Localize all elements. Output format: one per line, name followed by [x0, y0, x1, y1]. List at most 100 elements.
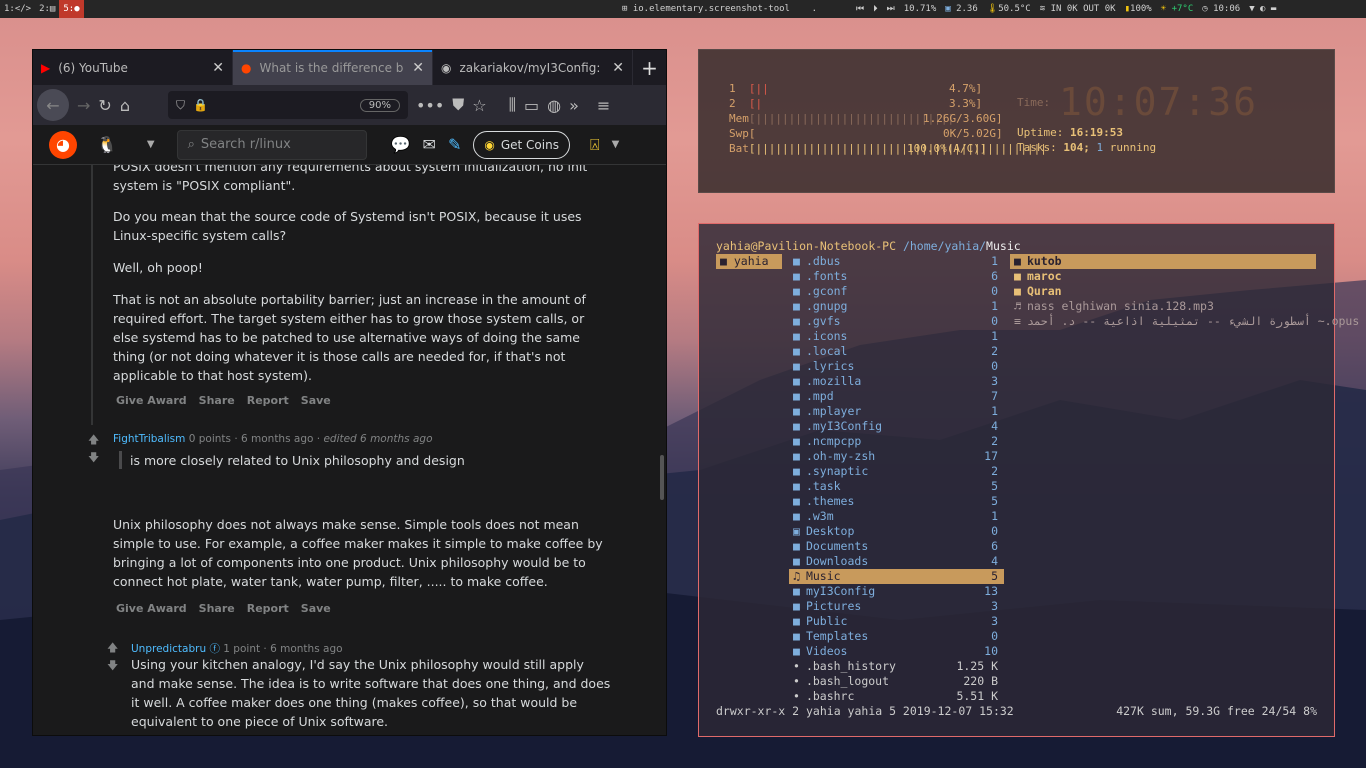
file-row[interactable]: ♫ Music 5 — [789, 569, 1004, 584]
tab-reddit[interactable]: ● What is the difference bet ✕ — [233, 50, 433, 85]
file-row[interactable]: ▣ Desktop 0 — [789, 524, 1004, 539]
preview-item[interactable]: ■ Quran — [1010, 284, 1316, 299]
tab-youtube[interactable]: ▶ (6) YouTube ✕ — [33, 50, 233, 85]
file-type-icon: ♬ — [1014, 299, 1021, 313]
tray-icons[interactable]: ▼ ◐ ▬ — [1249, 4, 1276, 14]
close-tab-icon[interactable]: ✕ — [612, 60, 624, 76]
file-row[interactable]: ■ .dbus 1 — [789, 254, 1004, 269]
chat-icon[interactable]: 💬 — [391, 135, 411, 154]
upvote-icon[interactable]: 🡅 — [88, 433, 99, 447]
create-post-icon[interactable]: ✎ — [448, 135, 461, 154]
search-input[interactable]: ⌕ Search r/linux — [176, 129, 367, 160]
sidebar-icon[interactable]: ▭ — [524, 96, 539, 115]
file-type-icon: ■ — [793, 389, 800, 403]
new-tab-button[interactable]: + — [633, 50, 666, 85]
preview-item[interactable]: ≡ أسطورة الشيء -- تمثيلية اذاعية -- د. أح… — [1010, 314, 1359, 329]
library-icon[interactable]: ⫼ — [509, 95, 516, 115]
close-tab-icon[interactable]: ✕ — [412, 60, 424, 76]
github-icon: ◉ — [441, 60, 452, 75]
file-type-icon: ▣ — [793, 524, 800, 538]
file-name: Downloads — [805, 554, 869, 568]
home-button[interactable]: ⌂ — [120, 96, 130, 115]
downvote-icon[interactable]: 🡇 — [107, 659, 118, 673]
scrollbar[interactable] — [660, 455, 664, 500]
report-button[interactable]: Report — [247, 394, 289, 407]
workspace-5[interactable]: 5:● — [59, 0, 84, 18]
file-row[interactable]: ■ .gnupg 1 — [789, 299, 1004, 314]
username-link[interactable]: Unpredictabru — [131, 643, 206, 655]
avatar[interactable]: ⍓ — [590, 135, 600, 155]
zoom-indicator[interactable]: 90% — [359, 98, 400, 112]
file-row[interactable]: • .bash_history 1.25 K — [789, 659, 1004, 674]
save-button[interactable]: Save — [301, 602, 331, 615]
file-row[interactable]: ■ .gvfs 0 — [789, 314, 1004, 329]
file-row[interactable]: ■ Downloads 4 — [789, 554, 1004, 569]
file-row[interactable]: ■ .synaptic 2 — [789, 464, 1004, 479]
media-play-icon[interactable]: ⏵ — [873, 4, 878, 14]
tab-title: zakariakov/myI3Config: m — [459, 60, 605, 75]
file-row[interactable]: • .bash_logout 220 B — [789, 674, 1004, 689]
file-row[interactable]: ■ myI3Config 13 — [789, 584, 1004, 599]
workspace-2[interactable]: 2:▤ — [35, 0, 59, 18]
file-row[interactable]: ■ Pictures 3 — [789, 599, 1004, 614]
overflow-icon[interactable]: » — [569, 96, 579, 115]
file-row[interactable]: ■ .task 5 — [789, 479, 1004, 494]
share-button[interactable]: Share — [199, 394, 235, 407]
parent-dir-yahia[interactable]: ■ yahia — [716, 254, 782, 269]
thread-line[interactable] — [91, 165, 93, 425]
preview-item[interactable]: ■ kutob — [1010, 254, 1316, 269]
uptime: Uptime: 16:19:53 — [1017, 126, 1123, 139]
get-coins-button[interactable]: ◉ Get Coins — [473, 130, 570, 159]
back-button[interactable]: ← — [37, 89, 69, 121]
preview-item[interactable]: ■ maroc — [1010, 269, 1316, 284]
tab-github[interactable]: ◉ zakariakov/myI3Config: m ✕ — [433, 50, 633, 85]
pocket-icon[interactable]: ⛊ — [452, 95, 464, 115]
file-row[interactable]: • .bashrc 5.51 K — [789, 689, 1004, 704]
file-size: 1 — [991, 254, 998, 268]
report-button[interactable]: Report — [247, 602, 289, 615]
file-row[interactable]: ■ .mozilla 3 — [789, 374, 1004, 389]
file-row[interactable]: ■ Documents 6 — [789, 539, 1004, 554]
media-prev-icon[interactable]: ⏮ — [856, 4, 864, 14]
give-award-button[interactable]: Give Award — [116, 394, 187, 407]
mail-icon[interactable]: ✉ — [423, 135, 436, 154]
chevron-down-icon[interactable]: ▼ — [147, 139, 155, 150]
save-button[interactable]: Save — [301, 394, 331, 407]
username-link[interactable]: FightTribalism — [113, 433, 185, 445]
workspace-1[interactable]: 1:</> — [0, 0, 35, 18]
file-row[interactable]: ■ Templates 0 — [789, 629, 1004, 644]
forward-button[interactable]: → — [77, 96, 90, 115]
subreddit-icon[interactable]: 🐧 — [97, 135, 117, 154]
file-row[interactable]: ■ .themes 5 — [789, 494, 1004, 509]
upvote-icon[interactable]: 🡅 — [107, 641, 118, 655]
chevron-down-icon[interactable]: ▼ — [612, 139, 620, 150]
close-tab-icon[interactable]: ✕ — [212, 60, 224, 76]
preview-item[interactable]: ♬ nass elghiwan sinia.128.mp3 — [1010, 299, 1316, 314]
give-award-button[interactable]: Give Award — [116, 602, 187, 615]
menu-icon[interactable]: ≡ — [597, 96, 610, 115]
file-row[interactable]: ■ .icons 1 — [789, 329, 1004, 344]
file-row[interactable]: ■ .gconf 0 — [789, 284, 1004, 299]
file-row[interactable]: ■ .ncmpcpp 2 — [789, 434, 1004, 449]
file-row[interactable]: ■ Public 3 — [789, 614, 1004, 629]
file-row[interactable]: ■ .lyrics 0 — [789, 359, 1004, 374]
reddit-logo-icon[interactable]: ◕ — [49, 130, 77, 159]
bookmark-star-icon[interactable]: ☆ — [472, 96, 486, 115]
file-type-icon: ■ — [793, 644, 800, 658]
file-row[interactable]: ■ .w3m 1 — [789, 509, 1004, 524]
url-bar[interactable]: ⛉ 🔒 90% — [167, 91, 408, 119]
downvote-icon[interactable]: 🡇 — [88, 451, 99, 465]
file-row[interactable]: ■ .mpd 7 — [789, 389, 1004, 404]
mem-value: 1.26G/3.60G] — [923, 112, 1003, 125]
file-row[interactable]: ■ Videos 10 — [789, 644, 1004, 659]
reload-button[interactable]: ↻ — [98, 96, 111, 115]
file-row[interactable]: ■ .oh-my-zsh 17 — [789, 449, 1004, 464]
media-next-icon[interactable]: ⏭ — [887, 4, 895, 14]
file-row[interactable]: ■ .local 2 — [789, 344, 1004, 359]
share-button[interactable]: Share — [199, 602, 235, 615]
page-actions-icon[interactable]: ••• — [416, 96, 444, 115]
account-icon[interactable]: ◍ — [547, 96, 561, 115]
file-row[interactable]: ■ .myI3Config 4 — [789, 419, 1004, 434]
file-row[interactable]: ■ .fonts 6 — [789, 269, 1004, 284]
file-row[interactable]: ■ .mplayer 1 — [789, 404, 1004, 419]
